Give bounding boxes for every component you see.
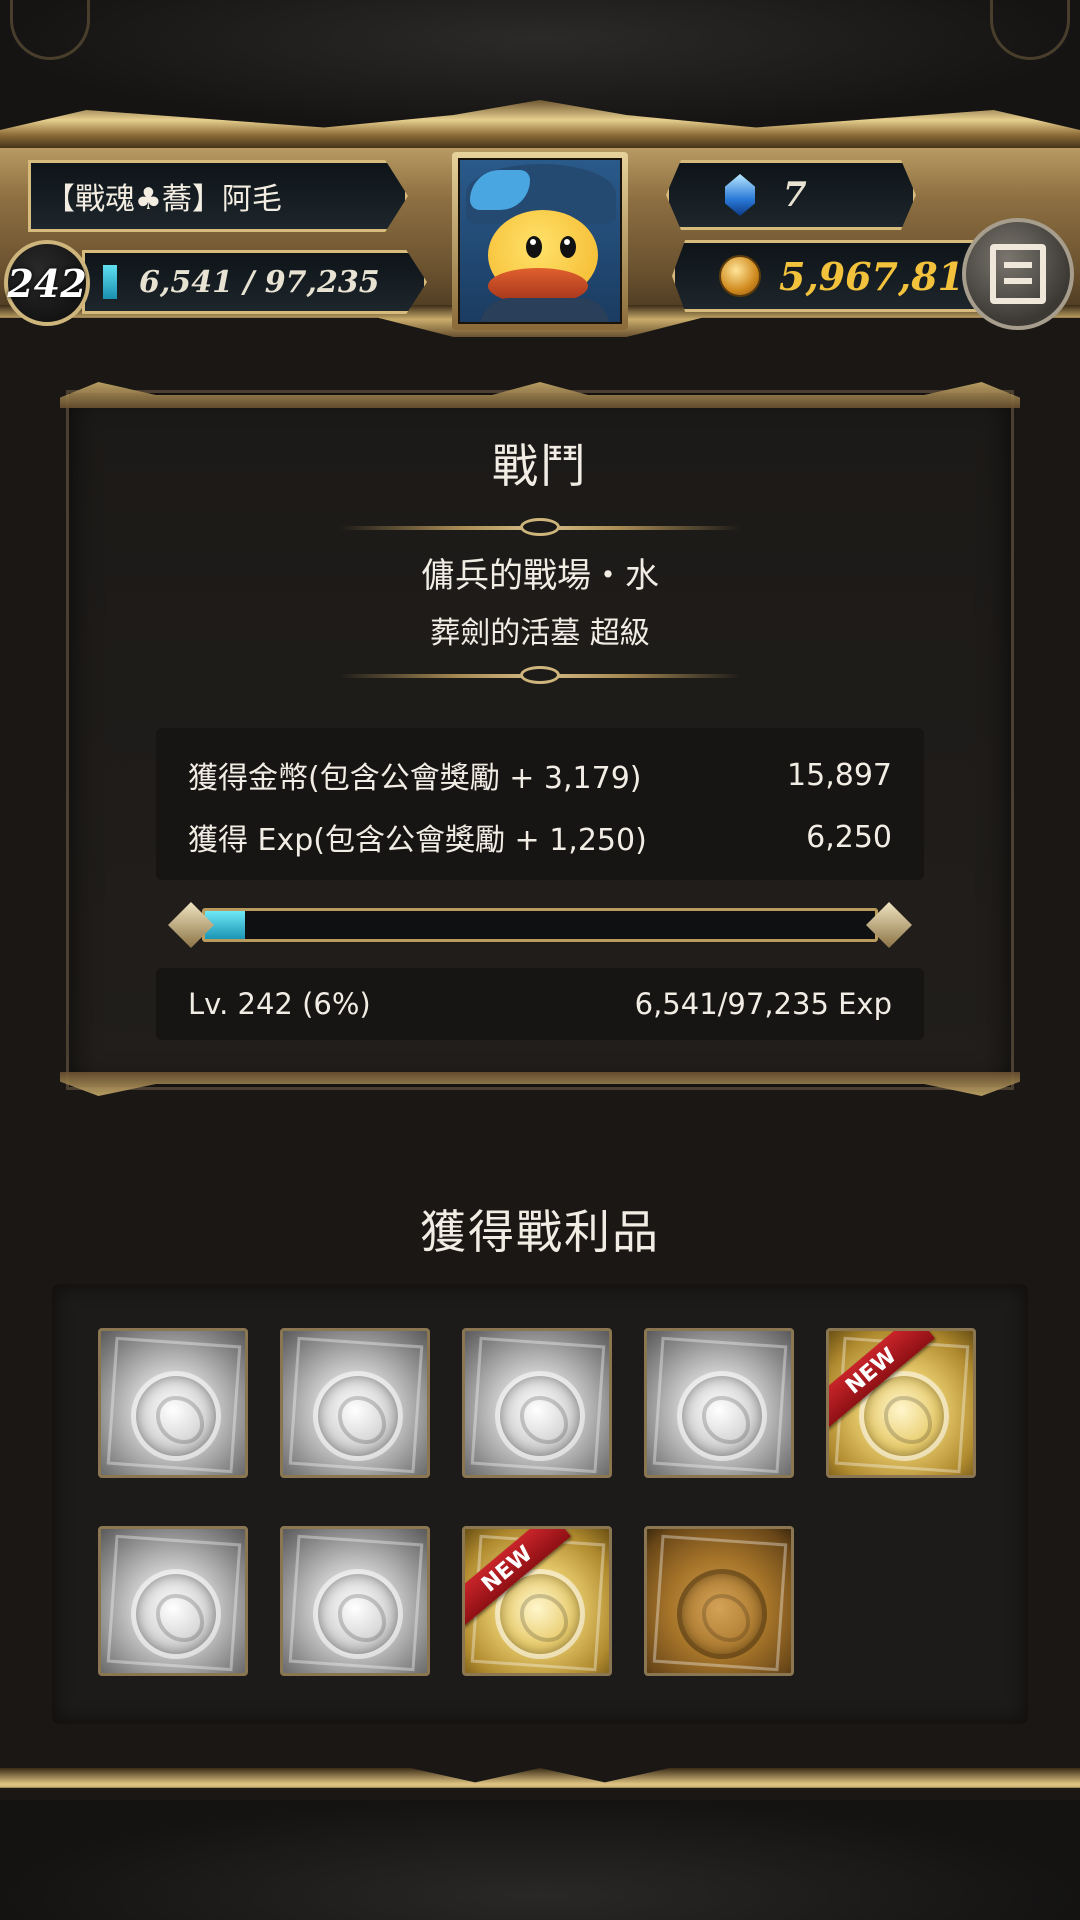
player-exp-text: 6,541 / 97,235 <box>139 264 380 300</box>
medal-icon <box>313 1371 403 1461</box>
panel-bottom-ornament <box>60 1072 1020 1096</box>
menu-button[interactable] <box>962 218 1074 330</box>
reward-exp-label: 獲得 Exp(包含公會獎勵 + 1,250) <box>188 823 647 858</box>
reward-gold-value: 15,897 <box>787 757 892 793</box>
medal-icon <box>677 1371 767 1461</box>
top-left-ornament <box>10 0 90 60</box>
medal-icon <box>313 1569 403 1659</box>
loot-item[interactable]: NEW <box>826 1328 976 1478</box>
gold-counter: 5,967,818 <box>672 240 1002 312</box>
loot-item[interactable] <box>644 1526 794 1676</box>
medal-icon <box>131 1569 221 1659</box>
divider-top <box>340 518 740 536</box>
coin-icon <box>719 255 761 297</box>
bottom-background <box>0 1800 1080 1920</box>
gold-count: 5,967,818 <box>779 253 991 299</box>
stage-name: 傭兵的戰場・水 <box>421 556 659 596</box>
duck-avatar-icon <box>458 158 622 324</box>
player-header: 【戰魂♣蕎】阿毛 6,541 / 97,235 242 7 5,967,818 <box>0 100 1080 340</box>
player-level-badge: 242 <box>4 240 90 326</box>
top-right-ornament <box>990 0 1070 60</box>
player-name: 【戰魂♣蕎】阿毛 <box>28 160 408 232</box>
reward-row-exp: 獲得 Exp(包含公會獎勵 + 1,250) 6,250 <box>188 812 892 862</box>
loot-item[interactable] <box>98 1328 248 1478</box>
player-avatar[interactable] <box>452 152 628 330</box>
player-exp-bar: 6,541 / 97,235 <box>82 250 427 314</box>
gem-counter[interactable]: 7 <box>666 160 916 230</box>
reward-exp-value: 6,250 <box>806 819 892 855</box>
exp-mini-fill <box>103 265 117 299</box>
loot-item[interactable] <box>644 1328 794 1478</box>
stage-subtitle: 葬劍的活墓 超級 <box>430 616 650 651</box>
panel-top-ornament <box>60 382 1020 408</box>
header-top-ornament <box>0 100 1080 150</box>
medal-icon <box>677 1569 767 1659</box>
medal-icon <box>131 1371 221 1461</box>
loot-item[interactable] <box>280 1526 430 1676</box>
progress-track <box>202 908 878 942</box>
level-info: Lv. 242 (6%) 6,541/97,235 Exp <box>156 968 924 1040</box>
gem-count: 7 <box>783 175 807 215</box>
divider-bottom <box>340 666 740 684</box>
menu-icon <box>990 244 1046 304</box>
level-text: Lv. 242 (6%) <box>188 987 371 1021</box>
exp-total-text: 6,541/97,235 Exp <box>634 987 892 1021</box>
battle-title: 戰鬥 <box>492 439 588 493</box>
reward-row-gold: 獲得金幣(包含公會獎勵 + 3,179) 15,897 <box>188 750 892 800</box>
loot-item[interactable] <box>462 1328 612 1478</box>
medal-icon <box>495 1371 585 1461</box>
loot-title: 獲得戰利品 <box>420 1205 660 1259</box>
bottom-ornament <box>0 1768 1080 1788</box>
reward-summary: 獲得金幣(包含公會獎勵 + 3,179) 15,897 獲得 Exp(包含公會獎… <box>156 728 924 880</box>
loot-item[interactable]: NEW <box>462 1526 612 1676</box>
loot-item[interactable] <box>280 1328 430 1478</box>
reward-gold-label: 獲得金幣(包含公會獎勵 + 3,179) <box>188 761 642 796</box>
gem-icon <box>725 174 755 216</box>
level-progress-bar <box>168 900 912 950</box>
loot-item[interactable] <box>98 1526 248 1676</box>
